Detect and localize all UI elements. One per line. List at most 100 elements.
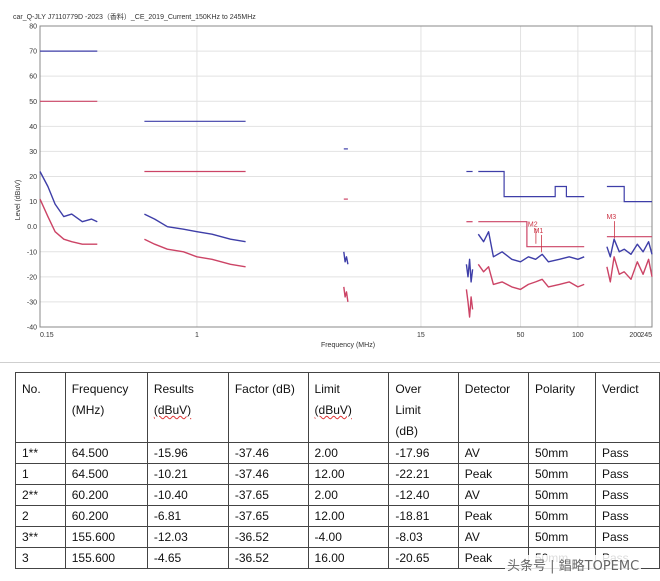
y-tick-label: 80 [29,24,37,31]
table-row: 3** 155.600 -12.03 -36.52 -4.00 -8.03 AV 50mm Pa… [15,526,660,548]
column-header-text: (dBuV) [314,403,352,417]
table-header-row: No. Frequency (MHz) Results (dBuV) Factor (dB… [15,372,660,443]
column-header-text: Frequency [71,382,129,396]
x-tick-label: 50 [517,332,525,339]
column-header-text: Factor (dB) [234,382,295,396]
y-tick-label: 0.0 [27,224,37,231]
table-cell: -4.00 [307,526,390,548]
trace-average [39,198,98,245]
column-header-text: Verdict [601,382,639,396]
column-header: Polarity [527,372,596,443]
table-body: 1** 64.500 -15.96 -37.46 2.00 -17.96 AV 50mm Pas… [15,442,660,569]
table-cell: -18.81 [388,505,459,527]
y-tick-label: 20 [29,174,37,181]
table-cell: -22.21 [388,463,459,485]
table-cell: -10.21 [146,463,229,485]
table-row: 1** 64.500 -15.96 -37.46 2.00 -17.96 AV 50mm Pas… [15,442,660,464]
y-tick-label: -40 [27,325,37,332]
column-header: Verdict [594,372,660,443]
column-header-text: Polarity [534,382,575,396]
column-header-text: Limit [395,403,421,417]
table-cell: 64.500 [64,463,148,485]
column-header-text: Over [395,382,422,396]
y-tick-label: 60 [29,74,37,81]
table-cell: 1 [15,463,66,485]
column-header: Limit (dBuV) [307,372,390,443]
table-cell: Pass [594,526,660,548]
emission-traces [39,171,653,318]
table-cell: -15.96 [146,442,229,464]
y-axis-label: Level (dBuV) [15,180,22,220]
watermark: 头条号 | 錩略TOPEMC [505,555,642,574]
table-cell: 60.200 [64,505,148,527]
trace-peak [606,238,653,258]
column-header-text: Limit [314,382,340,396]
table-cell: Pass [594,442,660,464]
table-cell: -37.46 [227,442,309,464]
table-cell: AV [457,484,529,506]
column-header-text: No. [22,382,41,396]
table-cell: -8.03 [388,526,459,548]
column-header: Frequency (MHz) [64,372,148,443]
table-cell: -36.52 [227,526,309,548]
table-cell: -4.65 [146,547,229,569]
table-cell: 3** [15,526,66,548]
table-cell: 2.00 [307,442,390,464]
x-axis-label: Frequency (MHz) [321,342,375,349]
y-tick-label: 30 [29,149,37,156]
table-cell: 64.500 [64,442,148,464]
table-cell: Peak [457,505,529,527]
table-cell: 12.00 [307,505,390,527]
table-cell: AV [457,442,529,464]
trace-average [144,238,246,268]
limit-lines [40,50,652,248]
limit-line-peak [478,170,585,198]
table-cell: -37.46 [227,463,309,485]
divider [0,362,660,363]
column-header-text: (dB) [395,424,419,438]
table-cell: -37.65 [227,505,309,527]
column-header-text: Detector [464,382,511,396]
table-cell: Peak [457,463,529,485]
y-tick-label: 10 [29,199,37,206]
column-header: Detector [457,372,529,443]
table-cell: 50mm [527,463,596,485]
trace-peak [465,258,474,283]
table-cell: Pass [594,505,660,527]
trace-peak [144,213,246,243]
y-tick-label: -10 [27,249,37,256]
results-table: No. Frequency (MHz) Results (dBuV) Factor (dB… [15,372,660,569]
marker-label: M2 [528,222,538,229]
trace-peak [343,251,349,265]
y-tick-label: 50 [29,99,37,106]
table-cell: 2.00 [307,484,390,506]
column-header: No. [15,372,66,443]
table-cell: -12.40 [388,484,459,506]
table-cell: -36.52 [227,547,309,569]
marker-label: M3 [606,214,616,221]
y-tick-label: -20 [27,274,37,281]
table-cell: 12.00 [307,463,390,485]
x-tick-label: 100 [572,332,584,339]
trace-average [465,289,474,318]
table-cell: 50mm [527,526,596,548]
x-tick-label: 15 [417,332,425,339]
table-cell: -6.81 [146,505,229,527]
emission-chart: car_Q-JLY J7110779D -2023（香料）_CE_2019_Cu… [13,12,653,349]
x-tick-label: 1 [195,332,199,339]
column-header-text: (MHz) [71,403,105,417]
table-cell: -37.65 [227,484,309,506]
table-cell: 155.600 [64,547,148,569]
x-tick-label: 0.15 [40,332,54,339]
column-header: Over Limit (dB) [388,372,459,443]
chart-title: car_Q-JLY J7110779D -2023（香料）_CE_2019_Cu… [13,12,256,21]
column-header-text: (dBuV) [153,403,192,417]
column-header: Factor (dB) [227,372,309,443]
column-header-text: Results [153,382,194,396]
table-row: 2 60.200 -6.81 -37.65 12.00 -18.81 Peak 50mm Pas… [15,505,660,527]
table-cell: 2 [15,505,66,527]
y-tick-label: 70 [29,49,37,56]
y-tick-label: 40 [29,124,37,131]
y-axis: -40 -30 -20 -10 0.0 10 20 30 40 50 60 70 80 [27,24,37,332]
table-cell: -10.40 [146,484,229,506]
